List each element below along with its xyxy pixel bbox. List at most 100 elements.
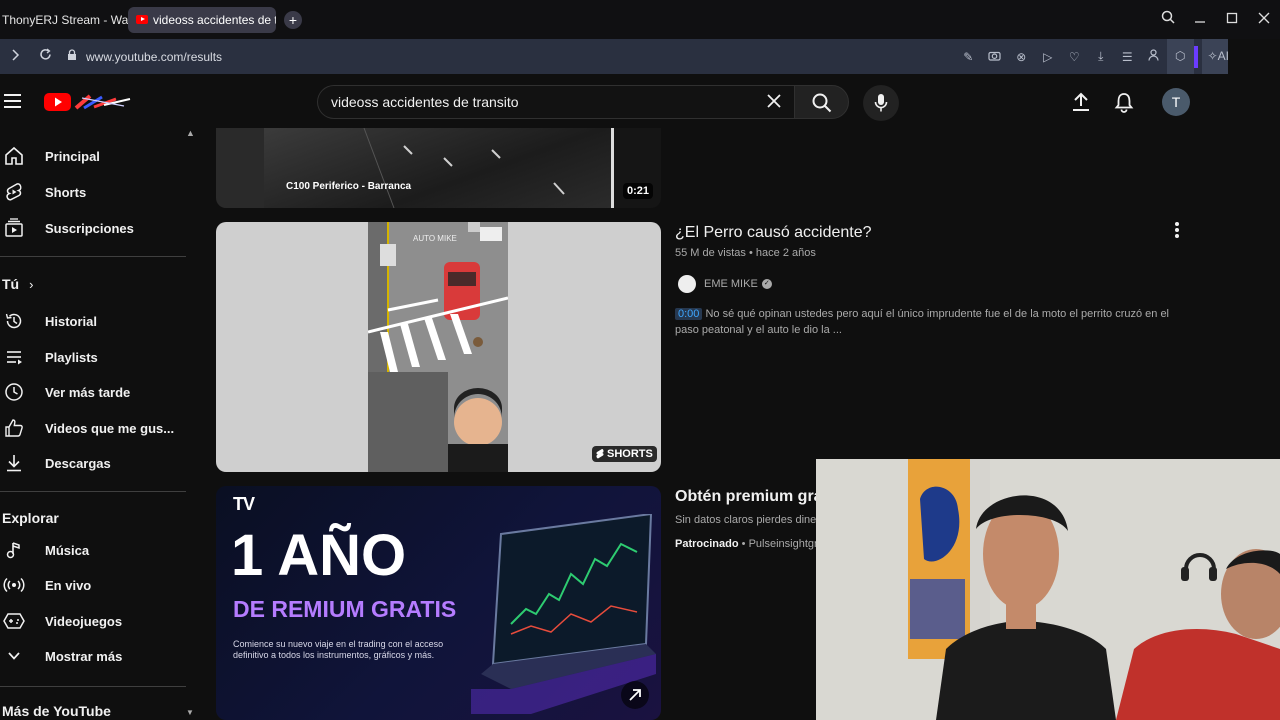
ad-banner-subheadline: DE REMIUM GRATIS <box>233 596 457 622</box>
maximize-icon[interactable] <box>1216 11 1248 29</box>
video-duration: 0:21 <box>623 183 654 199</box>
sidebar-item-history[interactable]: Historial <box>0 303 190 339</box>
sidebar-item-downloads[interactable]: Descargas <box>0 445 190 481</box>
sidebar-item-music[interactable]: Música <box>0 532 190 568</box>
ad-title[interactable]: Obtén premium grat <box>675 488 828 506</box>
address-bar: www.youtube.com/results ✎ ⊗ ▷ ♡ ⤓ ☰ ⬡ ✧A… <box>0 39 1229 74</box>
shorts-badge: SHORTS <box>592 446 657 462</box>
music-icon <box>2 538 26 562</box>
verified-icon: ✓ <box>761 279 772 289</box>
notifications-bell-icon[interactable] <box>1113 91 1135 113</box>
sponsored-label: Patrocinado <box>675 538 739 550</box>
search-icon <box>812 93 832 113</box>
sidebar-item-shorts[interactable]: Shorts <box>0 174 190 210</box>
browser-tab-stream[interactable]: ThonyERJ Stream - Watch <box>0 7 128 33</box>
shorts-badge-label: SHORTS <box>607 448 653 460</box>
new-tab-button[interactable]: + <box>284 10 302 29</box>
video-description: 0:00 No sé qué opinan ustedes pero aquí … <box>675 306 1195 338</box>
clear-search-icon[interactable] <box>754 91 794 114</box>
sidebar-item-playlists[interactable]: Playlists <box>0 339 190 375</box>
sidebar-item-home[interactable]: Principal <box>0 138 190 174</box>
advertiser-name[interactable]: Pulseinsightgri <box>749 538 821 550</box>
heart-icon[interactable]: ♡ <box>1061 50 1088 64</box>
open-external-icon[interactable] <box>621 681 649 709</box>
sidebar: ▲ Principal Shorts Suscripciones Tú › Hi… <box>0 128 200 720</box>
thumbnail-frame <box>216 128 264 208</box>
download-icon <box>2 451 26 475</box>
sidebar-divider <box>0 686 186 687</box>
voice-search-button[interactable] <box>863 85 899 121</box>
ad-thumbnail[interactable]: TV 1 AÑO DE REMIUM GRATIS Comience su nu… <box>216 486 661 720</box>
play-icon[interactable]: ▷ <box>1035 50 1062 64</box>
sidebar-item-label: Ver más tarde <box>45 384 131 400</box>
more-options-icon[interactable] <box>1174 222 1180 238</box>
browser-tab-youtube[interactable]: videoss accidentes de tran <box>128 6 276 33</box>
search-input[interactable]: videoss accidentes de transito <box>331 94 754 110</box>
youtube-logo-icon[interactable] <box>44 92 132 112</box>
subscriptions-icon <box>2 216 26 240</box>
sidebar-item-label: Principal <box>45 148 100 164</box>
url-field[interactable]: www.youtube.com/results <box>86 50 955 64</box>
extension-box-icon[interactable]: ⬡ <box>1167 39 1194 74</box>
ai-assistant-button[interactable]: ✧AI <box>1201 39 1229 74</box>
chevron-right-icon: › <box>29 276 34 292</box>
channel-name[interactable]: EME MIKE <box>704 278 758 290</box>
sidebar-scroll-down-icon[interactable]: ▼ <box>186 708 194 717</box>
sidebar-item-subscriptions[interactable]: Suscripciones <box>0 210 190 246</box>
edit-icon[interactable]: ✎ <box>955 50 982 64</box>
microphone-icon <box>874 94 888 112</box>
sidebar-scroll-up-icon[interactable]: ▲ <box>186 128 195 138</box>
menu-icon[interactable] <box>4 94 21 108</box>
camera-icon[interactable] <box>982 50 1009 64</box>
video-thumbnail-top[interactable]: C100 Periferico - Barranca 0:21 <box>216 128 661 208</box>
upload-icon[interactable] <box>1070 91 1092 113</box>
search-box[interactable]: videoss accidentes de transito <box>317 85 794 119</box>
accent-divider <box>1193 45 1198 68</box>
forward-icon[interactable] <box>0 48 30 65</box>
channel-row[interactable]: EME MIKE ✓ <box>678 275 772 293</box>
browser-tab-label: videoss accidentes de tran <box>153 12 276 27</box>
reload-icon[interactable] <box>30 48 60 65</box>
you-section-title: Tú <box>2 276 20 292</box>
sidebar-item-liked-videos[interactable]: Videos que me gus... <box>0 410 190 446</box>
avatar[interactable]: T <box>1162 88 1190 116</box>
shorts-thumbnail[interactable]: AUTO MIKE SHORTS <box>216 222 661 472</box>
more-from-youtube-title: Más de YouTube <box>2 703 111 719</box>
sidebar-item-label: Shorts <box>45 184 87 200</box>
sidebar-item-live[interactable]: En vivo <box>0 567 190 603</box>
sidebar-item-gaming[interactable]: Videojuegos <box>0 603 190 639</box>
search-button[interactable] <box>794 85 849 119</box>
sidebar-item-watch-later[interactable]: Ver más tarde <box>0 374 190 410</box>
gaming-icon <box>2 609 26 633</box>
timestamp-link[interactable]: 0:00 <box>675 308 703 320</box>
video-metadata: 55 M de vistas • hace 2 años <box>675 247 816 259</box>
view-count: 55 M de vistas <box>675 247 746 259</box>
sidebar-item-label: Suscripciones <box>45 220 134 236</box>
sidebar-item-label: Videojuegos <box>45 613 123 629</box>
channel-avatar[interactable] <box>678 275 696 293</box>
minimize-icon[interactable] <box>1184 11 1216 29</box>
settings-sliders-icon[interactable]: ☰ <box>1114 50 1141 64</box>
watch-later-icon <box>2 380 26 404</box>
sidebar-item-show-more[interactable]: Mostrar más <box>0 638 190 674</box>
shorts-video-frame: AUTO MIKE <box>368 222 508 472</box>
ad-subtitle: Sin datos claros pierdes diner <box>675 514 820 526</box>
close-window-icon[interactable] <box>1248 11 1280 29</box>
sidebar-you-header[interactable]: Tú › <box>0 266 190 302</box>
sidebar-item-label: Música <box>45 542 90 558</box>
road-image: C100 Periferico - Barranca <box>264 128 614 208</box>
video-title[interactable]: ¿El Perro causó accidente? <box>675 224 872 242</box>
meta-separator: • <box>748 247 756 259</box>
lock-icon[interactable] <box>60 49 84 64</box>
history-icon <box>2 309 26 333</box>
upload-age: hace 2 años <box>755 247 816 259</box>
sidebar-divider <box>0 491 186 492</box>
home-icon <box>2 144 26 168</box>
sidebar-divider <box>0 256 186 257</box>
adblock-icon[interactable]: ⊗ <box>1008 50 1035 64</box>
search-tabs-icon[interactable] <box>1152 10 1184 29</box>
profile-icon[interactable] <box>1141 49 1168 64</box>
webcam-overlay <box>816 459 1280 720</box>
youtube-favicon-icon <box>136 15 148 24</box>
download-icon[interactable]: ⤓ <box>1088 49 1115 64</box>
